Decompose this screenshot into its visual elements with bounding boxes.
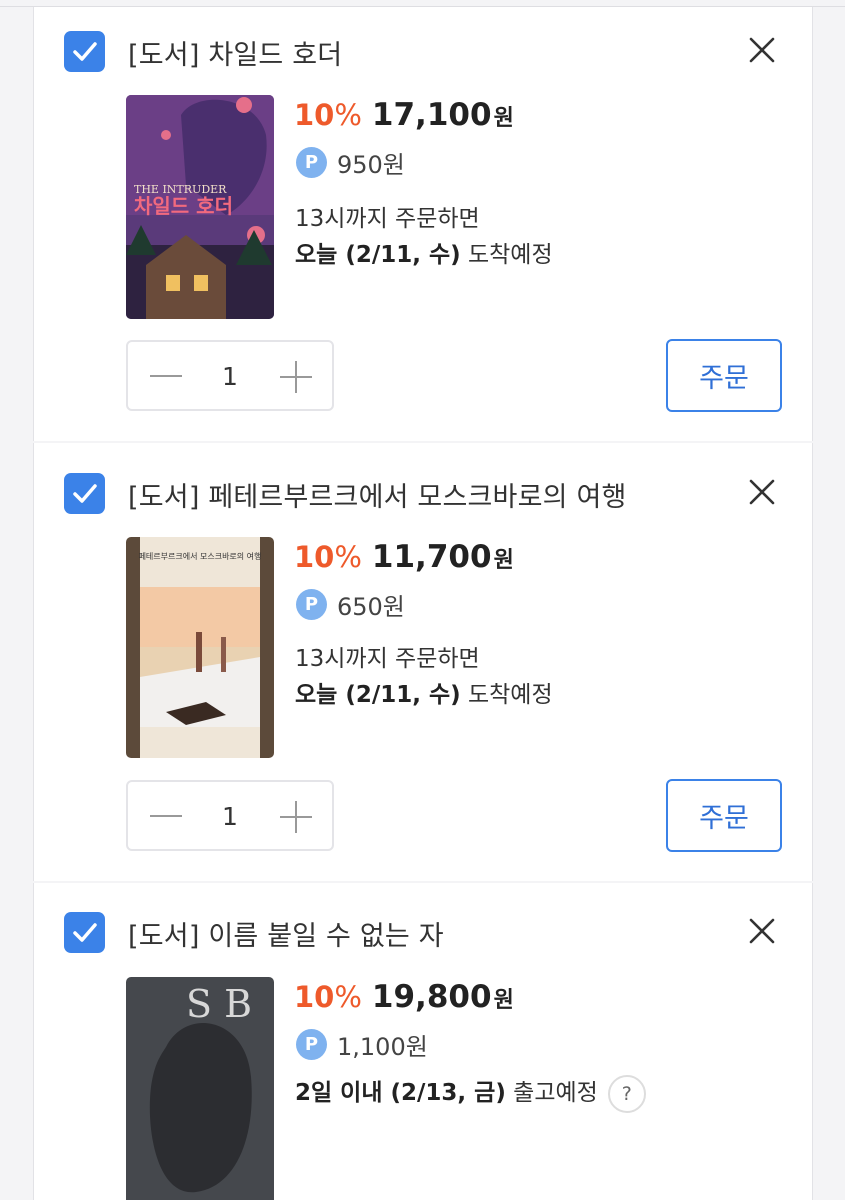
close-icon[interactable] (747, 477, 777, 507)
discount-rate: 10% (294, 540, 362, 574)
cover-text-ko: 차일드 호더 (134, 194, 233, 218)
minus-icon[interactable] (148, 804, 184, 828)
close-icon[interactable] (747, 916, 777, 946)
checkbox-checked-icon[interactable] (64, 912, 105, 953)
price-unit: 원 (493, 548, 514, 573)
price-unit: 원 (493, 988, 514, 1013)
quantity-value[interactable]: 1 (210, 802, 250, 831)
point-amount: 650원 (337, 593, 405, 621)
cart-item: [도서] 이름 붙일 수 없는 자 S B 10% 19,800 원 P 1,1… (33, 883, 813, 1200)
close-icon[interactable] (747, 35, 777, 65)
price-unit: 원 (493, 106, 514, 131)
point-amount: 950원 (337, 151, 405, 179)
book-cover[interactable]: 페테르부르크에서 모스크바로의 여행 (126, 537, 274, 758)
point-row: P 650원 (296, 587, 405, 622)
checkbox-checked-icon[interactable] (64, 473, 105, 514)
order-button[interactable]: 주문 (666, 339, 782, 412)
delivery-estimate: 오늘 (2/11, 수) 도착예정 (295, 682, 553, 708)
plus-icon[interactable] (278, 360, 314, 394)
order-cutoff: 13시까지 주문하면 (295, 206, 480, 232)
cart-item: [도서] 페테르부르크에서 모스크바로의 여행 페테르부르크에서 모스크바로의 … (33, 443, 813, 881)
checkbox-checked-icon[interactable] (64, 31, 105, 72)
order-button[interactable]: 주문 (666, 779, 782, 852)
delivery-estimate: 오늘 (2/11, 수) 도착예정 (295, 242, 553, 268)
point-amount: 1,100원 (337, 1033, 428, 1061)
item-title[interactable]: [도서] 페테르부르크에서 모스크바로의 여행 (128, 475, 627, 514)
price-row: 10% 17,100 원 (294, 97, 514, 133)
point-row: P 1,100원 (296, 1027, 428, 1062)
plus-icon[interactable] (278, 800, 314, 834)
price: 19,800 (371, 979, 492, 1015)
help-icon[interactable]: ? (607, 1074, 646, 1113)
price: 11,700 (371, 539, 492, 575)
order-cutoff: 13시까지 주문하면 (295, 646, 480, 672)
price: 17,100 (371, 97, 492, 133)
cover-text-ko: 페테르부르크에서 모스크바로의 여행 (139, 551, 262, 561)
cart-item: [도서] 차일드 호더 THE INTRUDER 차일드 호더 10% 17,1… (33, 7, 813, 441)
shipping-estimate: 2일 이내 (2/13, 금) 출고예정? (295, 1073, 646, 1113)
price-row: 10% 19,800 원 (294, 979, 514, 1015)
point-icon: P (296, 589, 327, 620)
point-icon: P (296, 147, 327, 178)
price-row: 10% 11,700 원 (294, 539, 514, 575)
book-cover[interactable]: S B (126, 977, 274, 1200)
discount-rate: 10% (294, 98, 362, 132)
quantity-stepper: 1 (126, 340, 334, 411)
quantity-value[interactable]: 1 (210, 362, 250, 391)
item-title[interactable]: [도서] 차일드 호더 (128, 33, 342, 72)
point-row: P 950원 (296, 145, 405, 180)
discount-rate: 10% (294, 980, 362, 1014)
minus-icon[interactable] (148, 364, 184, 388)
point-icon: P (296, 1029, 327, 1060)
item-title[interactable]: [도서] 이름 붙일 수 없는 자 (128, 914, 444, 953)
cover-text: S B (186, 982, 252, 1026)
quantity-stepper: 1 (126, 780, 334, 851)
book-cover[interactable]: THE INTRUDER 차일드 호더 (126, 95, 274, 319)
